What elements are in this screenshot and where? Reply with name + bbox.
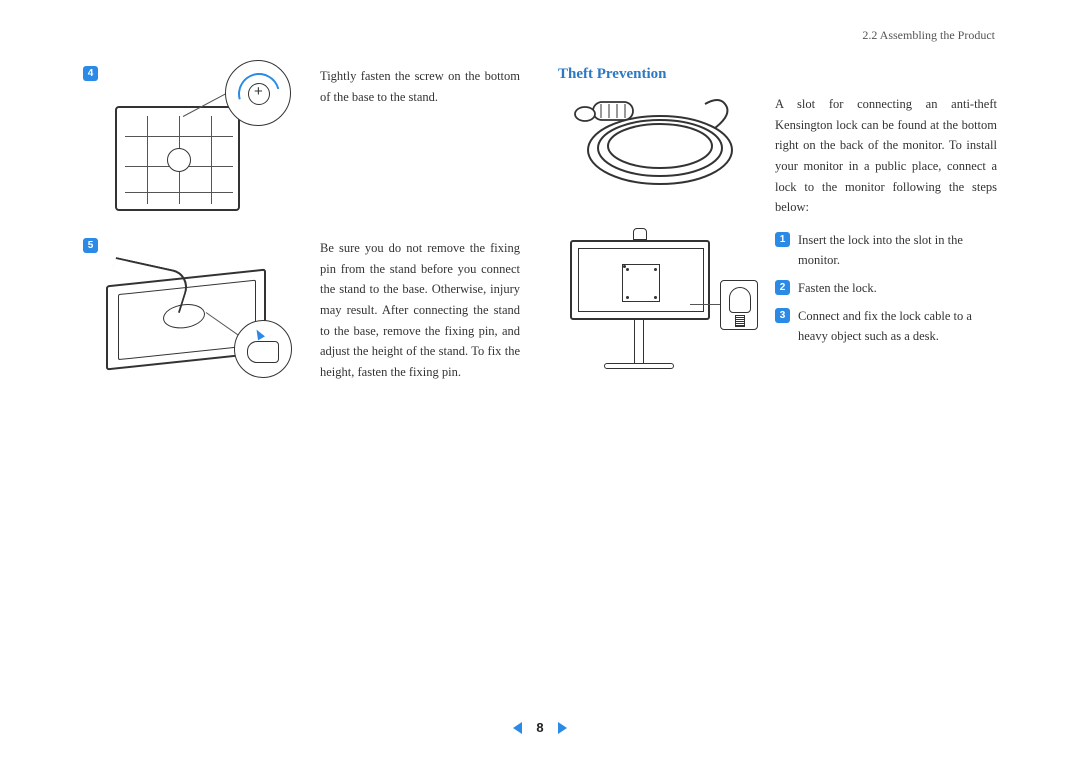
step-num: 2 <box>775 280 790 295</box>
pin-callout-icon <box>234 320 292 378</box>
diagram-monitor-lock <box>560 230 760 380</box>
next-page-icon[interactable] <box>558 722 567 734</box>
theft-prevention-intro: A slot for connecting an anti-theft Kens… <box>775 94 997 218</box>
prev-page-icon[interactable] <box>513 722 522 734</box>
lock-callout-icon <box>720 280 758 330</box>
list-item: 2 Fasten the lock. <box>775 278 997 298</box>
step-num: 3 <box>775 308 790 323</box>
theft-prevention-steps: 1 Insert the lock into the slot in the m… <box>775 230 997 354</box>
step-5-text: Be sure you do not remove the fixing pin… <box>320 238 520 382</box>
monitor-back-icon <box>570 240 710 320</box>
theft-prevention-heading: Theft Prevention <box>558 66 666 83</box>
step-text: Connect and fix the lock cable to a heav… <box>798 306 997 346</box>
diagram-lock-cable <box>555 88 755 203</box>
step-text: Fasten the lock. <box>798 278 997 298</box>
step-4-text: Tightly fasten the screw on the bottom o… <box>320 66 520 107</box>
diagram-base-screw <box>105 66 300 221</box>
section-header: 2.2 Assembling the Product <box>862 28 995 43</box>
list-item: 1 Insert the lock into the slot in the m… <box>775 230 997 270</box>
base-plate-icon <box>115 106 240 211</box>
step-text: Insert the lock into the slot in the mon… <box>798 230 997 270</box>
page-number: 8 <box>536 720 543 735</box>
screw-callout-icon <box>225 60 291 126</box>
step-num: 1 <box>775 232 790 247</box>
diagram-stand-pin <box>96 242 306 392</box>
page-navigation: 8 <box>0 720 1080 735</box>
list-item: 3 Connect and fix the lock cable to a he… <box>775 306 997 346</box>
step-badge-4: 4 <box>83 66 98 81</box>
